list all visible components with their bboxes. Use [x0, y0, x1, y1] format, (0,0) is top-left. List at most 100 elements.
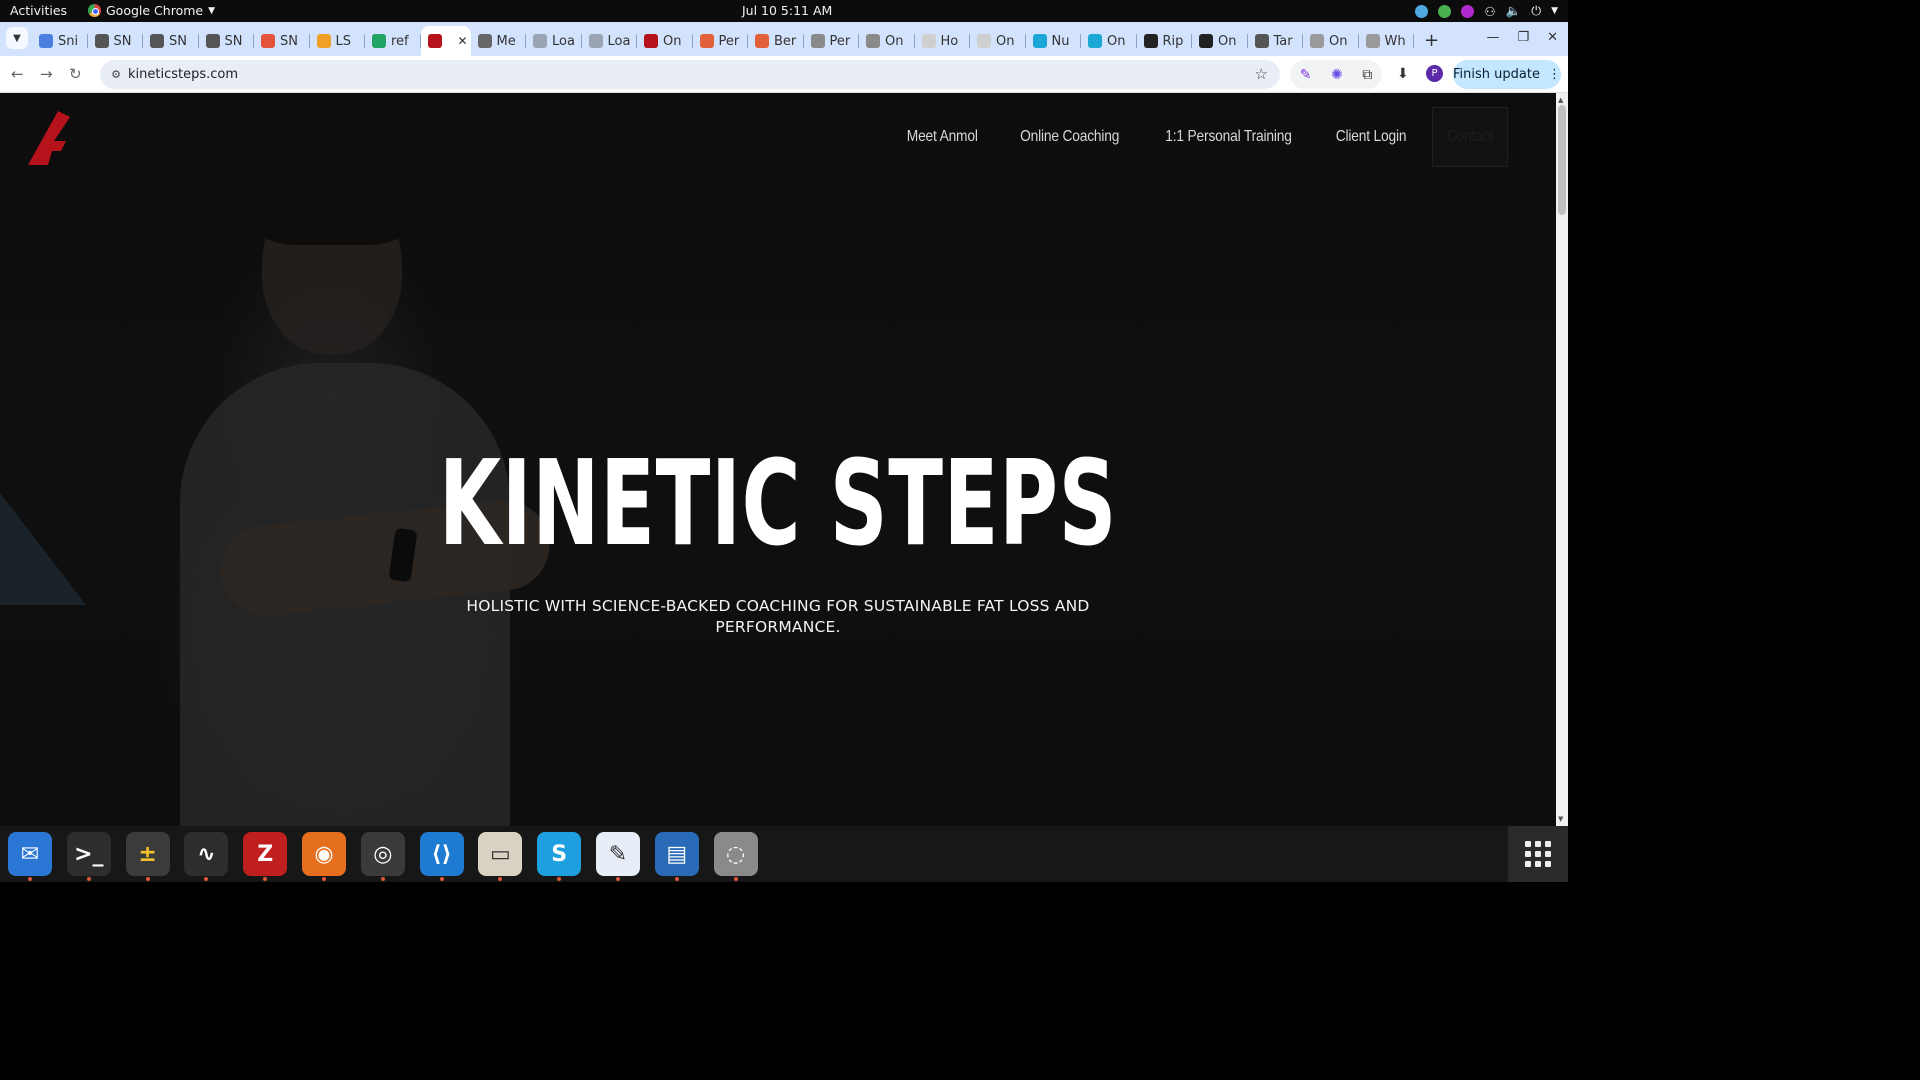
- activities-button[interactable]: Activities: [10, 3, 67, 18]
- nav-client-login[interactable]: Client Login: [1336, 128, 1407, 146]
- browser-tab[interactable]: On: [1081, 26, 1137, 56]
- tab-favicon-icon: [477, 34, 492, 48]
- download-icon[interactable]: ⬇: [1397, 66, 1409, 82]
- tray-app-icon[interactable]: [1461, 4, 1475, 18]
- chevron-down-icon[interactable]: ▼: [1551, 6, 1558, 16]
- browser-tab[interactable]: Ber: [748, 26, 804, 56]
- browser-tab[interactable]: LS: [310, 26, 366, 56]
- running-indicator: [498, 877, 503, 881]
- browser-tab[interactable]: ref: [365, 26, 421, 56]
- more-menu-icon[interactable]: ⋮: [1548, 67, 1561, 82]
- disk-icon[interactable]: ◌: [713, 832, 758, 881]
- libreoffice-writer-icon[interactable]: ▤: [654, 832, 699, 881]
- clock[interactable]: Jul 10 5:11 AM: [742, 3, 832, 18]
- browser-tab[interactable]: Nu: [1026, 26, 1082, 56]
- tab-favicon-icon: [533, 34, 547, 48]
- vscode-icon[interactable]: ⟨⟩: [419, 832, 464, 881]
- tab-search-button[interactable]: ▼: [6, 27, 28, 49]
- files-icon[interactable]: ▭: [478, 832, 523, 881]
- skype-icon[interactable]: S: [537, 832, 582, 881]
- terminal-icon[interactable]: >_: [66, 832, 111, 881]
- text-editor-icon[interactable]: ✎: [596, 832, 640, 881]
- url-text[interactable]: kineticsteps.com: [128, 67, 238, 82]
- tray-app-icon[interactable]: [1415, 4, 1429, 18]
- show-apps-button[interactable]: [1508, 826, 1568, 882]
- tab-favicon-icon: [977, 34, 991, 48]
- nav-meet-anmol[interactable]: Meet Anmol: [907, 128, 978, 146]
- nav-contact-button[interactable]: Contact: [1432, 107, 1508, 167]
- browser-tab[interactable]: Per: [693, 26, 749, 56]
- firefox-icon[interactable]: ◉: [302, 832, 346, 881]
- browser-tab[interactable]: Loa: [582, 26, 638, 56]
- tab-label: On: [1329, 33, 1348, 49]
- tab-label: Ho: [940, 33, 959, 49]
- minimize-icon[interactable]: —: [1486, 30, 1499, 45]
- browser-tab[interactable]: On: [1303, 26, 1359, 56]
- system-monitor-icon[interactable]: ∿: [184, 832, 229, 881]
- browser-tab[interactable]: SN: [254, 26, 310, 56]
- network-icon[interactable]: ⚇: [1484, 4, 1495, 19]
- browser-tab[interactable]: Ho: [915, 26, 971, 56]
- system-top-bar: Activities Google Chrome ▼ Jul 10 5:11 A…: [0, 0, 1568, 22]
- browser-tab[interactable]: On: [1192, 26, 1248, 56]
- tab-label: Loa: [607, 33, 631, 49]
- back-icon[interactable]: ←: [11, 65, 24, 83]
- browser-tab[interactable]: SN: [199, 26, 255, 56]
- browser-tab[interactable]: Me: [471, 26, 527, 56]
- logo-dark-triangle: [62, 127, 112, 165]
- tab-label: Nu: [1051, 33, 1070, 49]
- browser-tab[interactable]: Rip: [1137, 26, 1193, 56]
- browser-tab[interactable]: SN: [88, 26, 144, 56]
- browser-tab[interactable]: Wh: [1359, 26, 1415, 56]
- new-tab-button[interactable]: +: [1424, 30, 1439, 51]
- close-icon[interactable]: ✕: [1547, 30, 1558, 45]
- hero-title: KINETIC STEPS: [438, 434, 1118, 572]
- tab-label: Rip: [1162, 33, 1184, 49]
- scroll-down-icon[interactable]: ▼: [1558, 815, 1563, 823]
- reload-icon[interactable]: ↻: [69, 65, 82, 83]
- tab-label: Me: [496, 33, 516, 49]
- tab-label: LS: [335, 33, 352, 49]
- browser-tab[interactable]: SN: [143, 26, 199, 56]
- thunderbird-icon[interactable]: ✉: [8, 832, 52, 881]
- site-info-icon[interactable]: ⚙: [108, 67, 124, 83]
- filezilla-icon[interactable]: Z: [243, 832, 288, 881]
- nav-online-coaching[interactable]: Online Coaching: [1020, 128, 1119, 146]
- puzzle-icon[interactable]: ⧉: [1362, 67, 1372, 83]
- chrome-icon[interactable]: ◎: [360, 832, 405, 881]
- tray-app-icon[interactable]: [1438, 4, 1452, 18]
- browser-tab[interactable]: ✕: [420, 26, 471, 56]
- avatar[interactable]: P: [1426, 65, 1443, 82]
- restore-icon[interactable]: ❐: [1517, 30, 1529, 45]
- tab-favicon-icon: [699, 34, 714, 48]
- nav-personal-training[interactable]: 1:1 Personal Training: [1165, 128, 1292, 146]
- power-icon[interactable]: ⏻: [1531, 3, 1541, 19]
- desktop-screen: Activities Google Chrome ▼ Jul 10 5:11 A…: [0, 0, 1568, 882]
- finish-update-button[interactable]: Finish update ⋮: [1453, 60, 1561, 89]
- scrollbar-thumb[interactable]: [1558, 105, 1566, 215]
- browser-tab[interactable]: On: [637, 26, 693, 56]
- close-tab-icon[interactable]: ✕: [458, 34, 468, 48]
- tab-label: Tar: [1273, 33, 1293, 49]
- tab-label: Sni: [58, 33, 79, 49]
- tab-label: Wh: [1384, 33, 1406, 49]
- address-bar[interactable]: ⚙ kineticsteps.com ☆: [100, 60, 1280, 89]
- browser-tab[interactable]: Loa: [526, 26, 582, 56]
- bookmark-star-icon[interactable]: ☆: [1255, 65, 1268, 83]
- system-tray[interactable]: ⚇ 🔈 ⏻ ▼: [1415, 3, 1558, 19]
- app-menu[interactable]: Google Chrome ▼: [88, 3, 215, 18]
- browser-tab[interactable]: Sni: [32, 26, 88, 56]
- volume-icon[interactable]: 🔈: [1506, 3, 1522, 19]
- kinetic-steps-logo[interactable]: [28, 111, 112, 167]
- pen-extension-icon[interactable]: ✎: [1300, 67, 1312, 83]
- calculator-icon[interactable]: ±: [125, 832, 170, 881]
- tab-favicon-icon: [755, 34, 769, 48]
- gear-extension-icon[interactable]: ✺: [1331, 67, 1343, 83]
- page-scrollbar[interactable]: ▲ ▼: [1556, 93, 1568, 826]
- scroll-up-icon[interactable]: ▲: [1558, 96, 1563, 104]
- browser-tab[interactable]: On: [970, 26, 1026, 56]
- browser-tab[interactable]: Tar: [1248, 26, 1304, 56]
- forward-icon[interactable]: →: [40, 65, 53, 83]
- browser-tab[interactable]: On: [859, 26, 915, 56]
- browser-tab[interactable]: Per: [804, 26, 860, 56]
